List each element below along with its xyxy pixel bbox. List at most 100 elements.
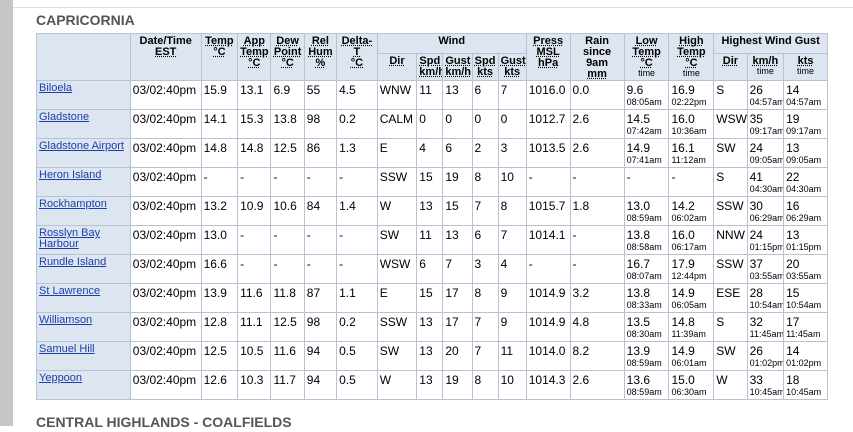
cell-gkts-value: 17 (786, 315, 800, 329)
cell-press: 1015.7 (525, 196, 571, 226)
cell-dir: SSW (376, 167, 418, 197)
cell-high: 16.9 02:22pm (668, 80, 715, 110)
station-link[interactable]: Rundle Island (39, 256, 106, 268)
station-link[interactable]: Biloela (39, 82, 72, 94)
station-link[interactable]: St Lawrence (39, 285, 100, 297)
gust-kmh-header[interactable]: km/h time (746, 53, 785, 81)
low-temp-header[interactable]: Low Temp °C time (623, 33, 670, 81)
cell-gkts: 14 01:02pm (783, 341, 828, 371)
station-link[interactable]: Gladstone Airport (39, 140, 124, 152)
cell-gust: 19 (442, 370, 473, 400)
station-link[interactable]: Rockhampton (39, 198, 107, 210)
cell-gustk: 10 (497, 370, 527, 400)
cell-press: 1014.1 (525, 225, 571, 255)
cell-low-value: 13.5 (626, 315, 651, 329)
cell-high: 14.8 11:39am (668, 312, 715, 342)
cell-dew: 6.9 (270, 80, 305, 110)
temp-header[interactable]: Temp °C (200, 33, 239, 81)
cell-press: 1014.3 (525, 370, 571, 400)
dew-point-header[interactable]: Dew Point °C (270, 33, 305, 81)
table-row: Gladstone Airport 03/02:40pm 14.8 14.8 12.5 8… (36, 138, 828, 168)
cell-dt: 03/02:40pm (129, 138, 202, 168)
cell-dt: 03/02:40pm (129, 167, 202, 197)
cell-gkmh-value: 37 (749, 257, 763, 271)
wind-gust-kts-header[interactable]: Gust kts (497, 53, 527, 81)
cell-high: 14.9 06:01am (668, 341, 715, 371)
rel-hum-header[interactable]: Rel Hum % (303, 33, 338, 81)
cell-high-time: 06:17am (671, 242, 707, 252)
station-link[interactable]: Samuel Hill (39, 343, 95, 355)
cell-high-time: 06:01am (671, 358, 707, 368)
cell-dt: 03/02:40pm (129, 341, 202, 371)
station-cell: Gladstone (36, 109, 131, 139)
delta-t-header[interactable]: Delta-T °C (336, 33, 378, 81)
cell-dt: 03/02:40pm (129, 196, 202, 226)
station-cell: Heron Island (36, 167, 131, 197)
station-link[interactable]: Gladstone (39, 111, 89, 123)
cell-temp: 12.5 (200, 341, 239, 371)
cell-hum: 98 (303, 312, 338, 342)
station-link[interactable]: Williamson (39, 314, 92, 326)
cell-spdk: 8 (471, 283, 499, 313)
gust-dir-header[interactable]: Dir (713, 53, 748, 81)
table-row: Yeppoon 03/02:40pm 12.6 10.3 11.7 94 0.5 W 13 19 8… (36, 370, 828, 400)
cell-gust-dir: SSW (713, 254, 748, 284)
cell-spdk: 6 (471, 225, 499, 255)
cell-rain: 1.8 (569, 196, 625, 226)
rain-header[interactable]: Rain since 9am mm (569, 33, 625, 81)
cell-delta: - (336, 167, 378, 197)
station-link[interactable]: Yeppoon (39, 372, 82, 384)
cell-low-time: 08:59am (626, 213, 662, 223)
left-scroll-gutter (0, 0, 13, 426)
cell-spd: 13 (416, 341, 444, 371)
table-row: Gladstone 03/02:40pm 14.1 15.3 13.8 98 0.2 CALM… (36, 109, 828, 139)
cell-spdk: 3 (471, 254, 499, 284)
table-row: Rockhampton 03/02:40pm 13.2 10.9 10.6 84 1.4 W 1… (36, 196, 828, 226)
cell-gkmh-value: 26 (749, 83, 763, 97)
cell-low: 13.5 08:30am (623, 312, 670, 342)
cell-spd: 15 (416, 167, 444, 197)
cell-spdk: 8 (471, 370, 499, 400)
wind-spd-kts-header[interactable]: Spd kts (471, 53, 499, 81)
cell-gkmh-time: 01:15pm (749, 242, 784, 252)
table-row: Rundle Island 03/02:40pm 16.6- - - - WSW 6 7 3 4- -… (36, 254, 828, 284)
cell-dew: 11.6 (270, 341, 305, 371)
cell-delta: 1.1 (336, 283, 378, 313)
region-title: CAPRICORNIA (36, 12, 135, 28)
cell-gkts-value: 14 (786, 344, 800, 358)
cell-gkmh: 26 01:02pm (746, 341, 785, 371)
cell-gkts-value: 22 (786, 170, 800, 184)
cell-app: 10.3 (237, 370, 272, 400)
app-temp-header[interactable]: App Temp °C (237, 33, 272, 81)
cell-high-time: 11:39am (671, 329, 706, 339)
cell-gkts-time: 04:30am (786, 184, 822, 194)
cell-dt: 03/02:40pm (129, 312, 202, 342)
station-link[interactable]: Heron Island (39, 169, 101, 181)
station-link[interactable]: Rosslyn Bay Harbour (39, 227, 100, 250)
cell-low: - (623, 167, 670, 197)
cell-gkmh: 24 01:15pm (746, 225, 785, 255)
cell-low-value: 13.8 (626, 228, 651, 242)
cell-delta: 1.3 (336, 138, 378, 168)
cell-high-time: 12:44pm (671, 271, 707, 281)
cell-high-value: 14.9 (671, 286, 695, 300)
cell-gkts-value: 13 (786, 228, 800, 242)
cell-temp: 14.1 (200, 109, 239, 139)
cell-high: 15.0 06:30am (668, 370, 715, 400)
wind-dir-header[interactable]: Dir (376, 53, 418, 81)
cell-temp: - (200, 167, 239, 197)
cell-gkts-time: 09:17am (786, 126, 822, 136)
cell-gkmh-time: 04:57am (749, 97, 784, 107)
cell-high-value: 14.2 (671, 199, 695, 213)
press-header[interactable]: Press MSL hPa (525, 33, 571, 81)
high-temp-header[interactable]: High Temp °C time (668, 33, 715, 81)
wind-gust-kmh-header[interactable]: Gust km/h (442, 53, 473, 81)
cell-gkts: 13 01:15pm (783, 225, 828, 255)
cell-hum: 94 (303, 370, 338, 400)
cell-gkmh-value: 26 (749, 344, 763, 358)
cell-low-value: 14.5 (626, 112, 651, 126)
gust-kts-header[interactable]: kts time (783, 53, 828, 81)
datetime-header[interactable]: Date/Time EST (129, 33, 202, 81)
wind-spd-kmh-header[interactable]: Spd km/h (416, 53, 444, 81)
cell-dir: W (376, 370, 418, 400)
